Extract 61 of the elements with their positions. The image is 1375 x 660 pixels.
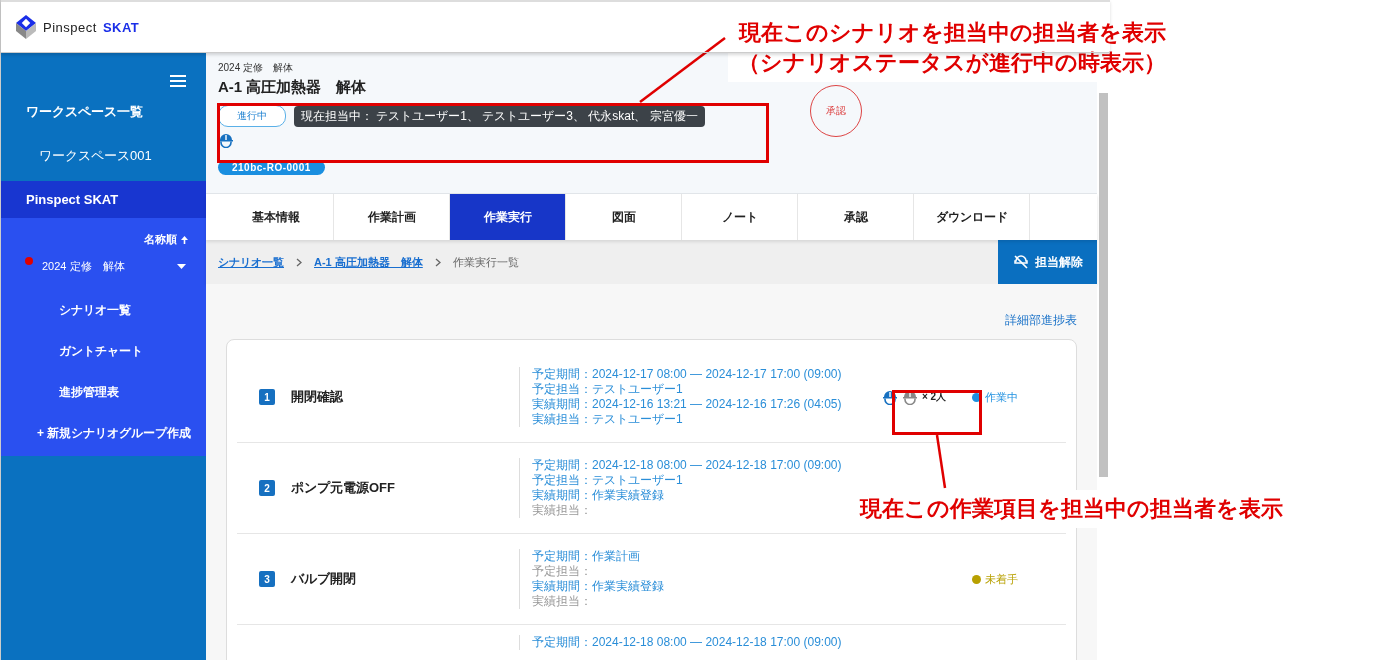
sidebar-item[interactable]: 進捗管理表 [1, 360, 206, 401]
add-group-link[interactable]: + 新規シナリオグループ作成 [1, 401, 206, 442]
tab[interactable]: 作業計画 [334, 194, 450, 240]
task-detail: 実績担当： [532, 594, 592, 609]
sidebar-heading[interactable]: ワークスペース一覧 [1, 87, 206, 121]
task-detail[interactable]: 予定担当：テストユーザー1 [532, 382, 683, 397]
sidebar-item[interactable]: ガントチャート [1, 319, 206, 360]
caret-icon[interactable] [177, 264, 186, 269]
breadcrumb-link[interactable]: シナリオ一覧 [218, 254, 284, 270]
unassign-icon [1012, 254, 1029, 270]
logo-text: Pinspect [43, 19, 97, 35]
annotation-text: 現在この作業項目を担当中の担当者を表示 [860, 495, 1283, 523]
stamp-text: 承認 [826, 104, 846, 118]
tab[interactable]: 基本情報 [218, 194, 334, 240]
logo-brand: SKAT [102, 19, 140, 35]
task-number: 3 [259, 571, 275, 587]
tab[interactable]: ノート [682, 194, 798, 240]
sort-label[interactable]: 名称順 [144, 232, 177, 247]
task-status: 作業中 [985, 389, 1018, 405]
group-label: 2024 定修 解体 [218, 61, 294, 75]
sidebar-item[interactable]: Pinspect SKAT [1, 181, 206, 218]
sidebar-item[interactable]: ワークスペース001 [1, 121, 206, 181]
task-detail[interactable]: 実績期間：作業実績登録 [532, 579, 664, 594]
chevron-right-icon [434, 257, 441, 267]
task-number: 2 [259, 480, 275, 496]
task-status: 未着手 [985, 571, 1018, 587]
task-detail: 予定担当： [532, 564, 592, 579]
task-name[interactable]: 開閉確認 [291, 388, 519, 406]
task-detail[interactable]: 予定担当：テストユーザー1 [532, 473, 683, 488]
task-detail[interactable]: 予定期間：2024-12-18 08:00 — 2024-12-18 17:00 (09:00) [532, 458, 842, 473]
scenario-title: A-1 高圧加熱器 解体 [218, 78, 367, 97]
progress-table-link[interactable]: 詳細部進捗表 [1005, 312, 1077, 329]
menu-icon[interactable] [170, 75, 186, 87]
assignee-tooltip: 現在担当中： テストユーザー1、 テストユーザー3、 代永skat、 宗宮優一 [294, 105, 705, 127]
arrow-up-icon[interactable] [181, 235, 188, 244]
sidebar-group[interactable]: 2024 定修 解体 [42, 259, 177, 274]
release-button[interactable]: 担当解除 [998, 240, 1097, 284]
chevron-right-icon [296, 257, 302, 267]
sidebar-item[interactable]: シナリオ一覧 [1, 274, 206, 319]
logo-icon [15, 14, 37, 40]
task-detail[interactable]: 実績期間：作業実績登録 [532, 488, 664, 503]
task-name[interactable]: ポンプ元電源OFF [291, 479, 519, 497]
task-detail: 実績担当： [532, 503, 592, 518]
annotation-text: （シナリオステータスが進行中の時表示） [738, 49, 1166, 77]
tab[interactable]: 承認 [798, 194, 914, 240]
task-detail[interactable]: 予定期間：2024-12-18 08:00 — 2024-12-18 17:00 (09:00) [532, 635, 842, 650]
scrollbar-thumb[interactable] [1099, 93, 1108, 477]
task-detail[interactable]: 予定期間：作業計画 [532, 549, 640, 564]
task-number: 1 [259, 389, 275, 405]
tab[interactable]: 作業実行 [450, 194, 566, 240]
breadcrumb-link[interactable]: A-1 高圧加熱器 解体 [314, 254, 423, 270]
task-detail[interactable]: 実績担当：テストユーザー1 [532, 412, 683, 427]
tab[interactable]: 図面 [566, 194, 682, 240]
leader-line [935, 434, 947, 489]
task-name[interactable]: バルブ開閉 [291, 570, 519, 588]
tab[interactable]: ダウンロード [914, 194, 1030, 240]
breadcrumb-current: 作業実行一覧 [452, 254, 519, 270]
task-detail[interactable]: 実績期間：2024-12-16 13:21 — 2024-12-16 17:26 (04:05) [532, 397, 842, 412]
annotation-text: 現在このシナリオを担当中の担当者を表示 [738, 19, 1166, 47]
helmet-icon [218, 133, 234, 148]
task-detail[interactable]: 予定期間：2024-12-17 08:00 — 2024-12-17 17:00 (09:00) [532, 367, 842, 382]
